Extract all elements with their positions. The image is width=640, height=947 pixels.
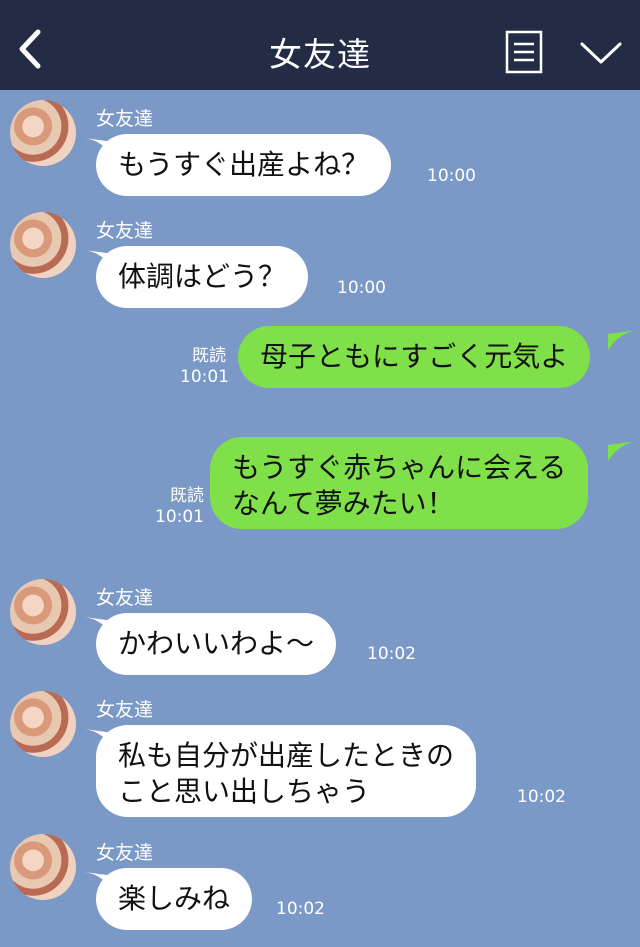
message-text-line: 私も自分が出産したときの (118, 739, 455, 772)
avatar[interactable] (10, 212, 76, 278)
message-meta: 既読 10:01 (180, 346, 229, 388)
message-meta: 既読 10:01 (150, 486, 204, 528)
chat-log[interactable]: 女友達 もうすぐ出産よね？ 10:00 女友達 体調はどう？ 10:00 既読 … (0, 90, 640, 947)
message-time: 10:01 (155, 507, 204, 527)
message-time: 10:02 (276, 899, 325, 919)
message-text: 楽しみね (118, 882, 231, 915)
chevron-down-icon (580, 42, 622, 64)
message-text: かわいいわよ〜 (118, 627, 315, 660)
notes-button[interactable] (505, 30, 543, 74)
read-receipt: 既読 (192, 346, 226, 366)
message-text-line: なんて夢みたい！ (232, 487, 455, 520)
message-bubble[interactable]: かわいいわよ〜 (96, 613, 337, 675)
message-text-line: もうすぐ赤ちゃんに会える (232, 451, 567, 484)
sender-name: 女友達 (96, 108, 154, 130)
message-bubble[interactable]: 母子ともにすごく元気よ (238, 326, 591, 388)
sender-name: 女友達 (96, 842, 154, 864)
avatar[interactable] (10, 691, 76, 757)
notes-icon (505, 30, 543, 74)
message-time: 10:01 (180, 367, 229, 387)
chat-title: 女友達 (269, 35, 371, 74)
message-bubble[interactable]: 私も自分が出産したときの こと思い出しちゃう (96, 725, 477, 817)
avatar[interactable] (10, 100, 76, 166)
sender-name: 女友達 (96, 587, 154, 609)
bubble-tail (608, 330, 638, 350)
message-bubble[interactable]: もうすぐ赤ちゃんに会える なんて夢みたい！ (210, 437, 589, 529)
message-bubble[interactable]: 楽しみね (96, 868, 253, 930)
avatar[interactable] (10, 834, 76, 900)
read-receipt: 既読 (170, 486, 204, 506)
bubble-tail (608, 441, 638, 461)
message-bubble[interactable]: 体調はどう？ (96, 246, 309, 308)
message-text: 母子ともにすごく元気よ (260, 340, 569, 373)
message-time: 10:00 (337, 278, 386, 298)
chat-header: 女友達 (0, 0, 640, 90)
message-time: 10:02 (517, 787, 566, 807)
message-text-line: こと思い出しちゃう (118, 775, 371, 808)
sender-name: 女友達 (96, 220, 154, 242)
dropdown-button[interactable] (578, 36, 624, 70)
message-time: 10:00 (427, 166, 476, 186)
message-bubble[interactable]: もうすぐ出産よね？ (96, 134, 392, 196)
message-time: 10:02 (367, 644, 416, 664)
sender-name: 女友達 (96, 699, 154, 721)
avatar[interactable] (10, 579, 76, 645)
message-text: もうすぐ出産よね？ (118, 148, 370, 181)
message-text: 体調はどう？ (118, 260, 287, 293)
